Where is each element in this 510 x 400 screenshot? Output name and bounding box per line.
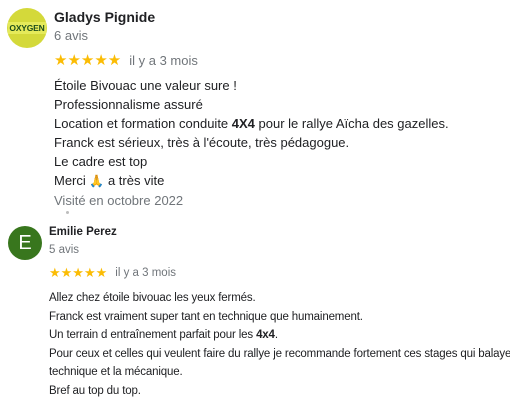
review-meta: ★★★★★ il y a 3 mois [54,51,198,69]
folded-hands-icon: 🙏 [89,174,105,188]
review-line: Pour ceux et celles qui veulent faire du… [49,347,510,360]
author-avatar[interactable]: E [8,226,42,260]
review-time: il y a 3 mois [115,267,176,279]
review-line-part: a très vite [104,173,165,188]
review-line-part: . [274,329,278,341]
review-text: Allez chez étoile bivouac les yeux fermé… [49,289,510,400]
review-line: Merci 🙏 a très vite [54,171,449,191]
review-line: Franck est vraiment super tant en techni… [49,310,363,323]
author-review-count[interactable]: 6 avis [54,28,88,43]
review-line: Franck est sérieux, très à l'écoute, trè… [54,135,350,150]
review-highlight: 4X4 [231,116,255,131]
avatar-letter: E [18,231,32,254]
author-name[interactable]: Gladys Pignide [54,9,155,25]
review-highlight: 4x4 [256,329,275,341]
star-rating-icon: ★★★★★ [49,265,108,280]
review-line: Un terrain d entraînement parfait pour l… [49,326,510,345]
review-meta: ★★★★★ il y a 3 mois [49,265,176,281]
review-line-part: Un terrain d entraînement parfait pour l… [49,329,257,341]
review-line: Location et formation conduite 4X4 pour … [54,114,449,133]
author-avatar[interactable]: OXYGEN [7,8,47,48]
review-line: technique et la mécanique. [49,366,183,378]
review-line-part: pour le rallye Aïcha des gazelles. [254,116,449,131]
review-time: il y a 3 mois [129,52,198,68]
review-line: Professionnalisme assuré [54,97,203,112]
author-review-count[interactable]: 5 avis [49,244,79,256]
review-line-part: Location et formation conduite [54,116,232,131]
avatar-logo-text: OXYGEN [8,22,46,34]
review-line-part: Merci [54,173,90,188]
review-line: Bref au top du top. [49,384,141,397]
star-rating-icon: ★★★★★ [54,52,122,69]
review-line: Le cadre est top [54,154,148,169]
divider-dot [66,211,69,214]
visit-date: Visité en octobre 2022 [54,193,184,208]
review-line: Allez chez étoile bivouac les yeux fermé… [49,292,256,304]
review-text: Étoile Bivouac une valeur sure ! Profess… [54,76,449,210]
author-name[interactable]: Emilie Perez [49,226,117,238]
review-line: Étoile Bivouac une valeur sure ! [54,78,237,93]
